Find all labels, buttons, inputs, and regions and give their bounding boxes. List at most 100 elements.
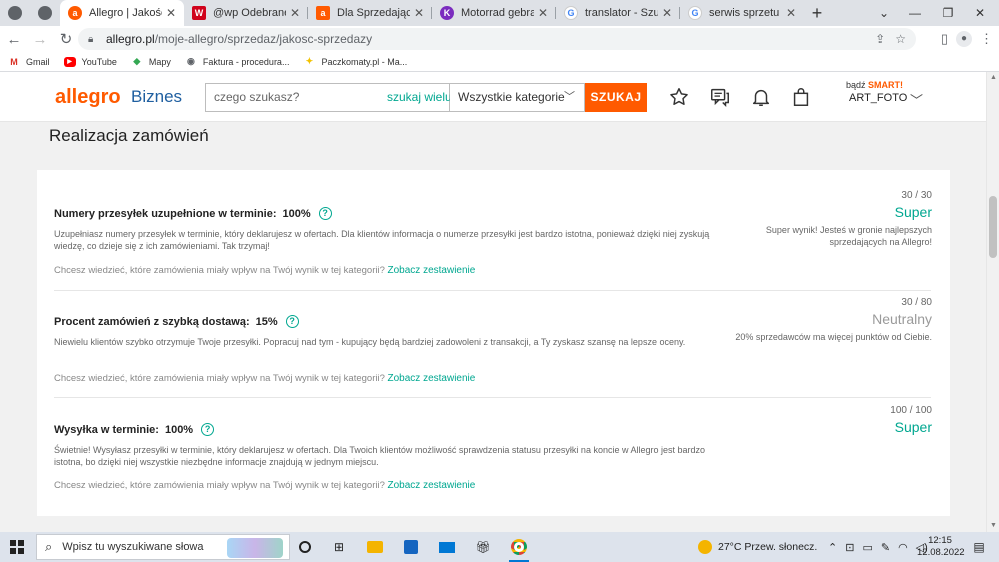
tab-label: @wp Odebrane - W [213, 7, 286, 19]
back-icon[interactable]: ← [2, 27, 26, 51]
taskbar-search-input[interactable]: ⌕ Wpisz tu wyszukiwane słowa [36, 534, 290, 560]
menu-kebab-icon[interactable]: ⋮ [980, 31, 993, 47]
lock-icon: 🔒︎ [88, 34, 94, 45]
google-icon: G [688, 6, 702, 20]
bookmark-youtube[interactable]: ▶ YouTube [63, 56, 117, 67]
smart-badge[interactable]: bądź SMART! [846, 80, 903, 90]
weather-widget[interactable]: 27°C Przew. słonecz. [698, 532, 817, 562]
close-icon[interactable]: ✕ [662, 6, 672, 20]
windows-start-icon[interactable] [10, 540, 24, 554]
metric-more: Chcesz wiedzieć, które zamówienia miały … [54, 480, 475, 491]
close-icon[interactable]: ✕ [786, 6, 796, 20]
cart-bag-icon[interactable] [790, 86, 812, 108]
scroll-down-icon[interactable]: ▼ [990, 522, 997, 529]
tray-overflow-icon[interactable]: ⌃ [828, 541, 837, 554]
page-title: Realizacja zamówień [49, 126, 209, 145]
reload-icon[interactable]: ↻ [54, 27, 78, 51]
close-icon[interactable]: ✕ [290, 6, 300, 20]
minimize-icon[interactable]: — [897, 0, 933, 26]
store-icon[interactable] [402, 538, 420, 556]
bookmark-label: Mapy [148, 56, 171, 67]
new-tab-button[interactable]: + [804, 0, 830, 26]
network-icon[interactable]: ⊡ [845, 541, 854, 554]
bookmark-paczkomaty[interactable]: ✦ Paczkomaty.pl - Ma... [303, 56, 408, 67]
close-icon[interactable]: ✕ [414, 6, 424, 20]
chevron-down-icon[interactable]: ﹀ [910, 90, 923, 109]
tab-globe[interactable] [30, 0, 60, 26]
wifi-icon[interactable]: ◠ [898, 541, 908, 554]
metric-label: Wysyłka w terminie: [54, 423, 159, 436]
bell-icon[interactable] [750, 86, 772, 108]
weather-text: 27°C Przew. słonecz. [718, 541, 818, 553]
see-summary-link[interactable]: Zobacz zestawienie [388, 265, 476, 276]
bookmark-gmail[interactable]: M Gmail [8, 56, 50, 67]
window-close-icon[interactable]: ✕ [962, 0, 998, 26]
metric-label: Procent zamówień z szybką dostawą: [54, 315, 250, 328]
tab-label: Dla Sprzedających - [337, 7, 410, 19]
messages-icon[interactable] [709, 86, 731, 108]
star-icon[interactable] [668, 86, 690, 108]
bookmark-star-icon[interactable]: ☆ [895, 32, 906, 46]
close-icon[interactable]: ✕ [166, 6, 176, 20]
search-button[interactable]: SZUKAJ [585, 83, 647, 112]
inpost-icon: ✦ [305, 56, 314, 66]
bookmark-label: Gmail [26, 56, 50, 67]
tab-label: serwis sprzetu fotog [709, 7, 782, 19]
username[interactable]: ART_FOTO [849, 92, 907, 104]
address-bar[interactable]: 🔒︎ allegro.pl/moje-allegro/sprzedaz/jako… [78, 28, 916, 50]
battery-icon[interactable]: ▭ [862, 541, 872, 554]
metric-description: Niewielu klientów szybko otrzymuje Twoje… [54, 337, 686, 347]
scroll-up-icon[interactable]: ▲ [990, 74, 997, 81]
search-many-link[interactable]: szukaj wielu [387, 83, 452, 112]
gift-icon[interactable]: 🎁︎ [474, 538, 492, 556]
category-select[interactable]: Wszystkie kategorie ﹀ [450, 83, 585, 112]
metric-title: Wysyłka w terminie: 100% ? [54, 423, 215, 436]
cortana-icon[interactable] [296, 538, 314, 556]
clock-time: 12:15 [928, 535, 952, 546]
browser-tab-strip: a Allegro | Jakość moje ✕ W @wp Odebrane… [0, 0, 999, 26]
file-explorer-icon[interactable] [366, 538, 384, 556]
question-mark-icon[interactable]: ? [318, 207, 332, 220]
divider [54, 290, 931, 291]
bookmark-maps[interactable]: ◆ Mapy [131, 56, 171, 67]
tab-translator[interactable]: G translator - Szukaj w ✕ [556, 0, 680, 26]
restore-icon[interactable]: ❐ [930, 0, 966, 26]
metric-score: 30 / 30 [901, 190, 932, 201]
page-scrollbar[interactable]: ▲ ▼ [986, 72, 999, 532]
tab-motorrad[interactable]: K Motorrad gebraucht ✕ [432, 0, 556, 26]
task-view-icon[interactable]: ⊞ [330, 538, 348, 556]
chrome-taskbar-icon[interactable] [510, 538, 528, 556]
tab-serwis[interactable]: G serwis sprzetu fotog ✕ [680, 0, 804, 26]
see-summary-link[interactable]: Zobacz zestawienie [388, 373, 476, 384]
metric-note: Super wynik! Jesteś w gronie najlepszych… [765, 225, 932, 247]
close-icon[interactable]: ✕ [538, 6, 548, 20]
taskbar-clock[interactable]: 12:15 12.08.2022 [917, 535, 965, 559]
question-mark-icon[interactable]: ? [201, 423, 215, 436]
mail-icon[interactable] [438, 538, 456, 556]
search-highlight-illustration [227, 538, 283, 558]
profile-avatar-icon[interactable]: ● [956, 31, 972, 47]
forward-icon[interactable]: → [28, 27, 52, 51]
notifications-icon[interactable]: ▤ [970, 538, 988, 556]
chrome-icon [8, 6, 22, 20]
tab-wp-inbox[interactable]: W @wp Odebrane - W ✕ [184, 0, 308, 26]
sidebar-icon[interactable]: ▯ [941, 31, 948, 47]
allegro-biznes-label[interactable]: Biznes [131, 87, 182, 107]
metric-description: Świetnie! Wysyłasz przesyłki w terminie,… [54, 445, 706, 467]
allegro-logo[interactable]: allegro [55, 86, 121, 109]
tab-chrome[interactable] [0, 0, 30, 26]
youtube-icon: ▶ [63, 56, 76, 67]
tab-allegro-quality[interactable]: a Allegro | Jakość moje ✕ [60, 0, 184, 26]
allegro-icon: a [316, 6, 330, 20]
see-summary-link[interactable]: Zobacz zestawienie [388, 480, 476, 491]
scrollbar-thumb[interactable] [989, 196, 997, 258]
pen-icon[interactable]: ✎ [881, 541, 890, 554]
globe-icon [38, 6, 52, 20]
tab-dla-sprzedajacych[interactable]: a Dla Sprzedających - ✕ [308, 0, 432, 26]
bookmark-faktura[interactable]: ◉ Faktura - procedura... [185, 56, 289, 67]
metric-more-text: Chcesz wiedzieć, które zamówienia miały … [54, 373, 385, 384]
system-tray: ⌃ ⊡ ▭ ✎ ◠ ◁) [828, 532, 928, 562]
metric-description: Uzupełniasz numery przesyłek w terminie,… [54, 229, 710, 251]
share-icon[interactable]: ⇪ [875, 32, 885, 46]
question-mark-icon[interactable]: ? [285, 315, 299, 328]
